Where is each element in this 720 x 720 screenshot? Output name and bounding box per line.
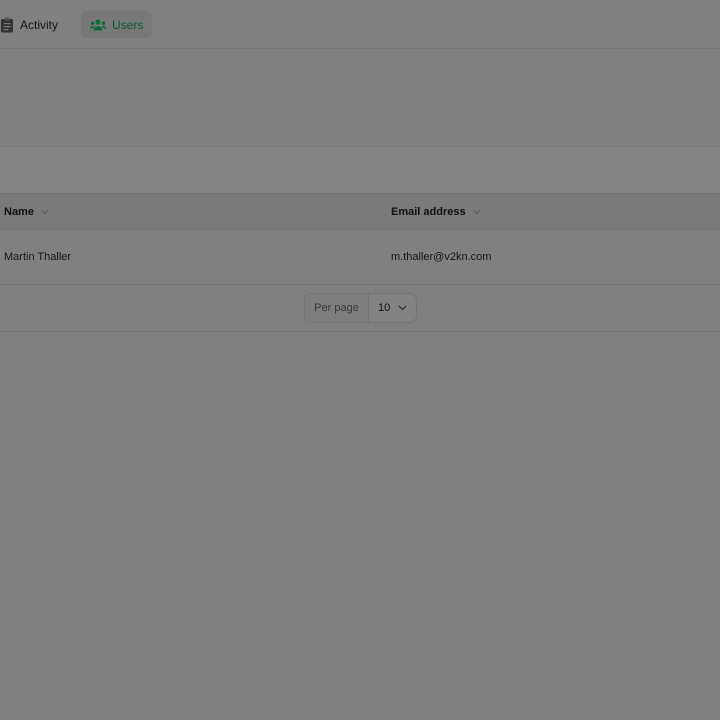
column-header-label: Email address <box>391 205 466 218</box>
per-page-label: Per page <box>305 294 369 322</box>
column-header-label: Name <box>4 205 34 218</box>
nav-tab-users[interactable]: Users <box>81 11 153 38</box>
pagination: Per page 10 <box>0 285 720 332</box>
per-page-control: Per page 10 <box>304 293 417 323</box>
filter-bar <box>0 146 720 193</box>
users-icon <box>90 18 106 32</box>
nav-tab-label: Users <box>112 17 144 32</box>
table-row[interactable]: Martin Thaller m.thaller@v2kn.com <box>0 230 720 285</box>
cell-name: Martin Thaller <box>4 251 72 263</box>
column-header-email[interactable]: Email address <box>391 194 481 229</box>
top-navigation: Activity Users <box>0 0 720 49</box>
chevron-down-icon <box>472 209 481 215</box>
table-header: Name Email address <box>0 193 720 230</box>
clipboard-icon <box>0 17 14 33</box>
cell-email: m.thaller@v2kn.com <box>391 251 492 263</box>
chevron-down-icon <box>398 305 407 311</box>
per-page-value: 10 <box>378 302 391 314</box>
nav-tab-activity[interactable]: Activity <box>0 11 64 38</box>
column-header-name[interactable]: Name <box>4 194 49 229</box>
chevron-down-icon <box>40 209 49 215</box>
per-page-select[interactable]: 10 <box>369 294 416 322</box>
nav-tab-label: Activity <box>20 17 59 32</box>
